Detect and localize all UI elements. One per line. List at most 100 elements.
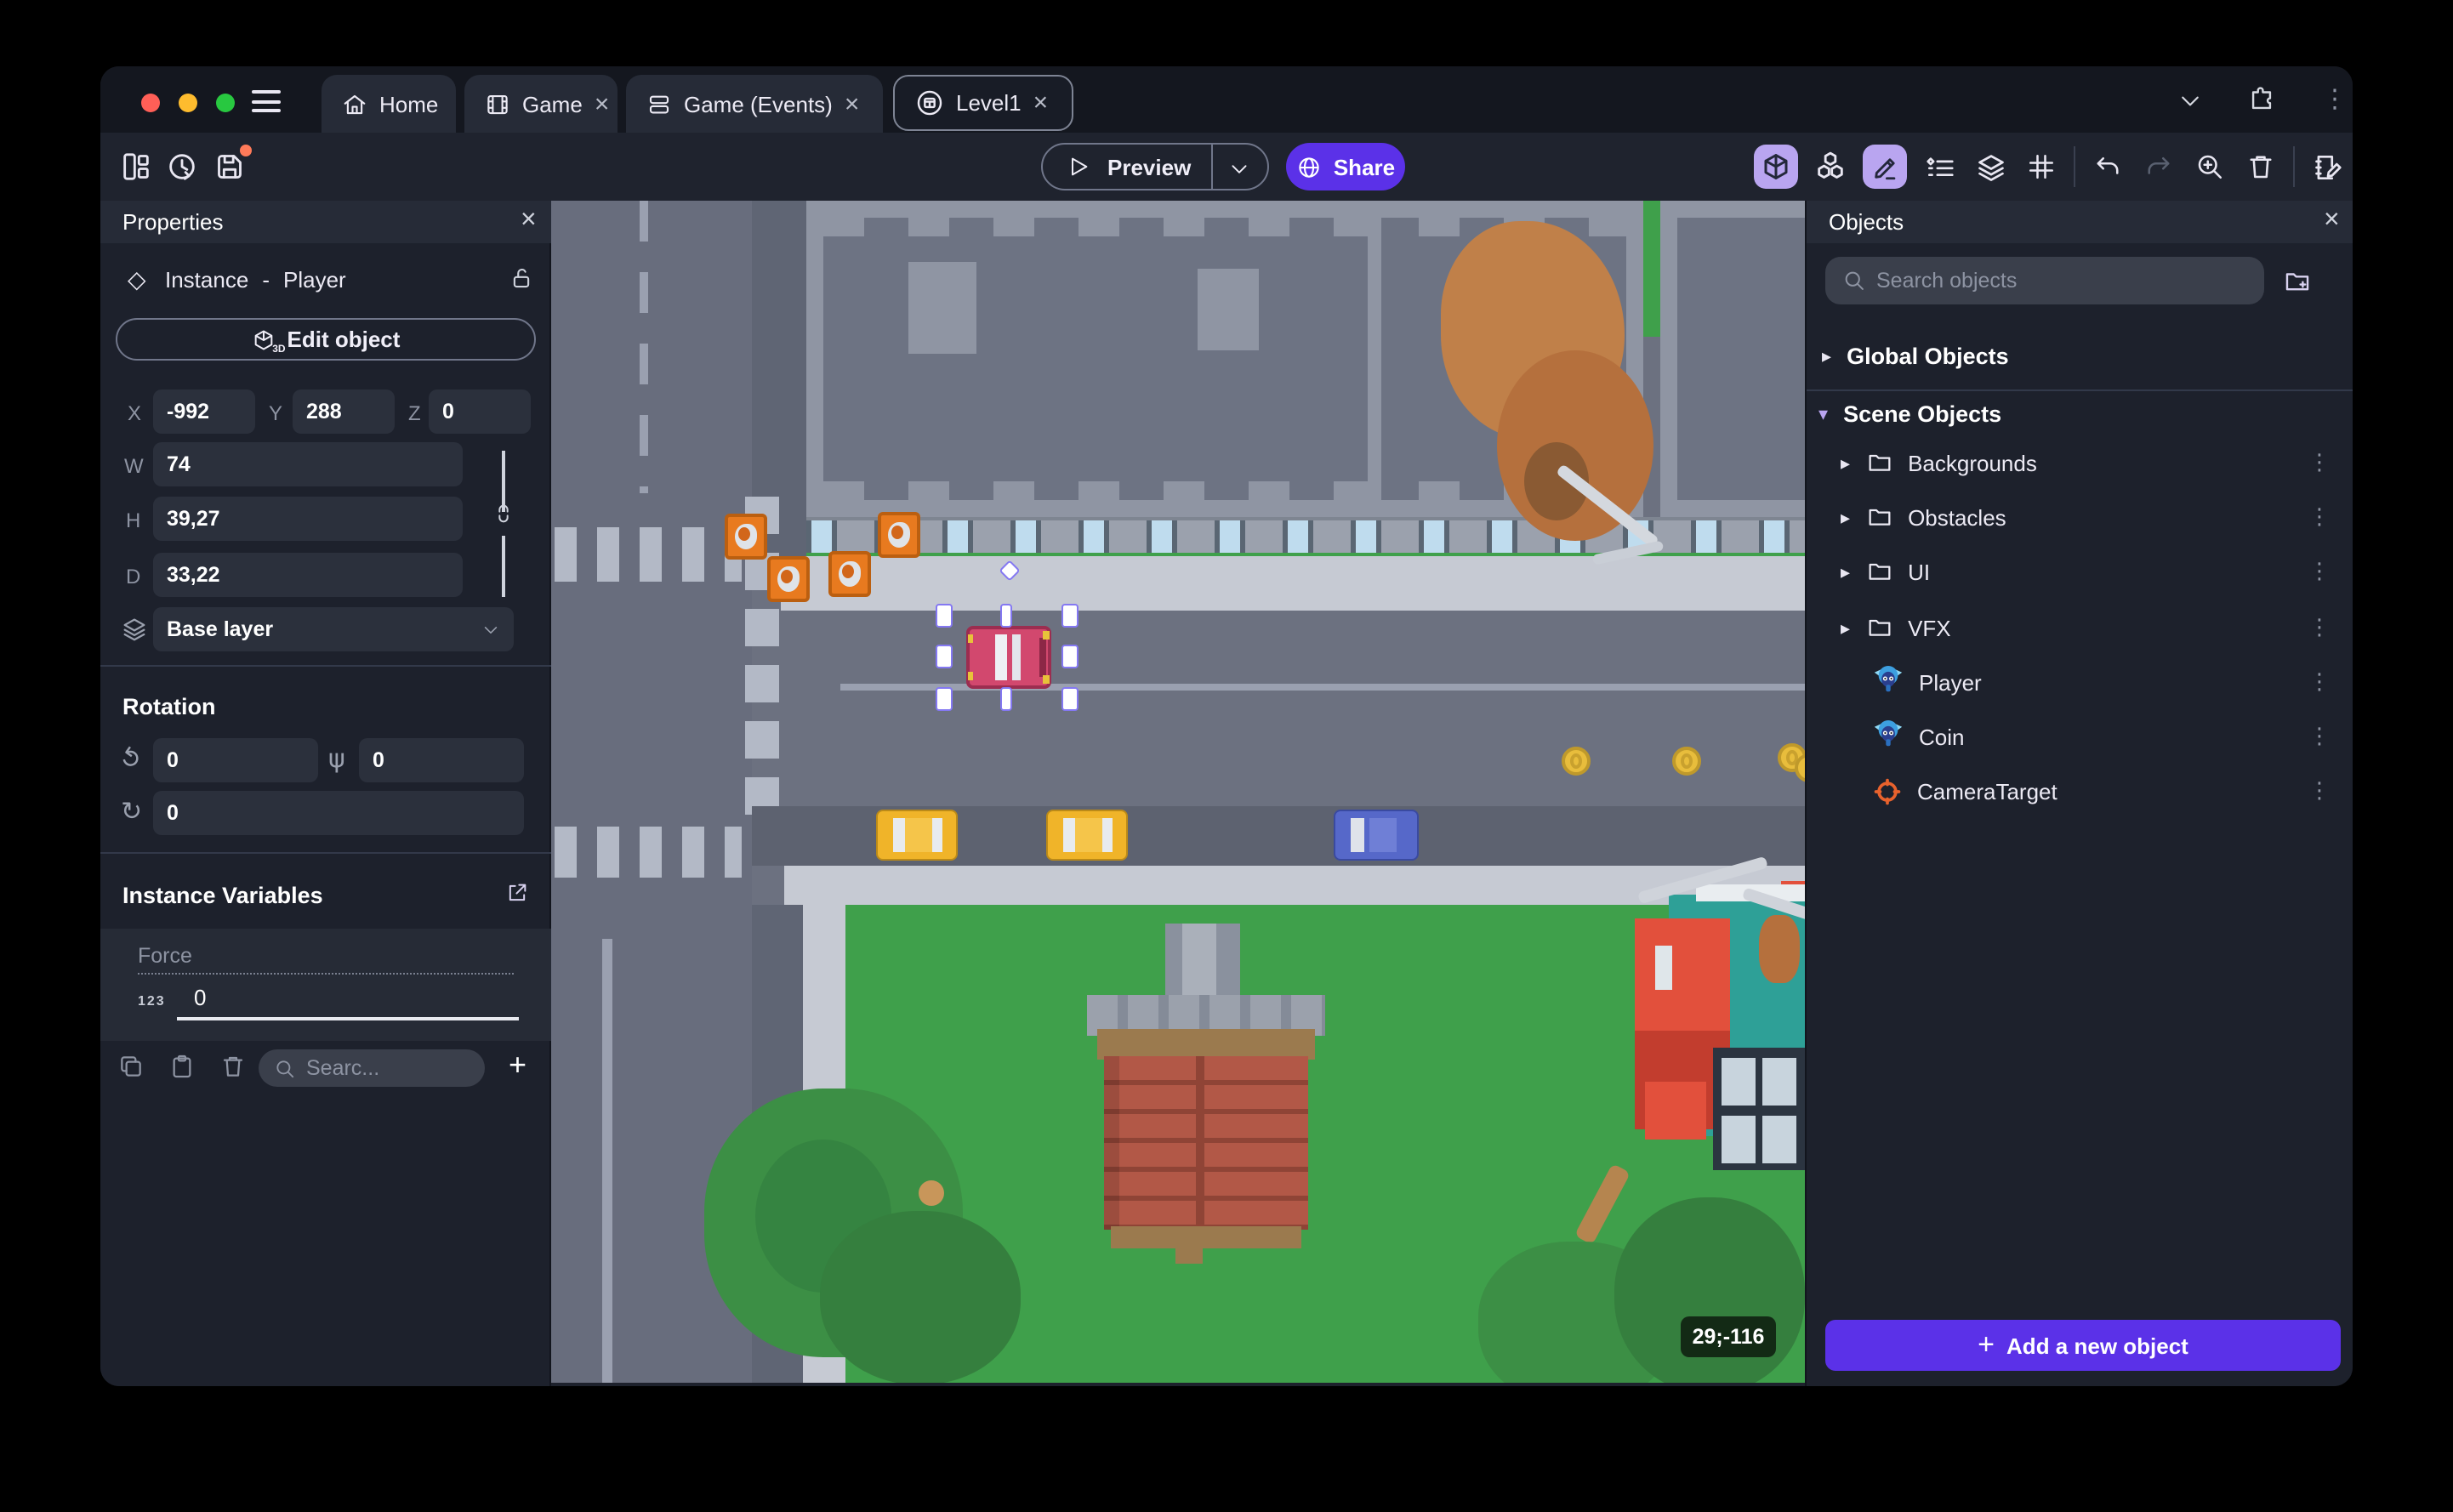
caret-right-icon[interactable]: ▸ (1841, 452, 1850, 474)
x-field[interactable] (153, 389, 255, 434)
properties-close-icon[interactable]: × (521, 207, 537, 235)
tab-home[interactable]: Home (322, 75, 456, 133)
coin[interactable] (1562, 747, 1591, 776)
menu-hamburger-icon[interactable] (252, 85, 281, 118)
variables-search-input[interactable] (306, 1056, 470, 1080)
selection-handle[interactable] (936, 604, 953, 628)
taxi-car[interactable] (1046, 810, 1128, 861)
y-field[interactable] (293, 389, 395, 434)
objects-search-input[interactable] (1876, 269, 2247, 293)
building-roof-b[interactable] (1660, 201, 1805, 517)
tree-green[interactable] (820, 1211, 1021, 1383)
selection-handle[interactable] (1061, 604, 1079, 628)
preview-button[interactable]: Preview (1041, 143, 1269, 190)
add-new-object-button[interactable]: + Add a new object (1825, 1320, 2341, 1371)
row-menu-dots-icon[interactable]: ⋮ (2308, 504, 2331, 530)
add-folder-icon[interactable] (2283, 267, 2312, 296)
redo-icon[interactable] (2140, 148, 2177, 185)
selection-handle[interactable] (1061, 687, 1079, 711)
group-scene-objects[interactable]: ▾ Scene Objects (1818, 393, 2001, 434)
caret-right-icon[interactable]: ▸ (1841, 617, 1850, 639)
rotation-x-field[interactable] (153, 738, 318, 782)
tree-row-coin[interactable]: Coin ⋮ (1807, 709, 2353, 764)
scene-canvas[interactable]: 29;-116 (551, 201, 1805, 1383)
tab-level1[interactable]: Level1 × (893, 75, 1073, 131)
coin[interactable] (1672, 747, 1701, 776)
objects-cubes-icon[interactable] (1812, 148, 1849, 185)
taxi-car[interactable] (876, 810, 958, 861)
selection-handle[interactable] (936, 645, 953, 668)
row-menu-dots-icon[interactable]: ⋮ (2308, 559, 2331, 584)
selection-handle[interactable] (936, 687, 953, 711)
zoom-in-icon[interactable] (2191, 148, 2228, 185)
panels-layout-icon[interactable] (119, 150, 153, 184)
d-field[interactable] (153, 553, 463, 597)
variables-search[interactable] (259, 1049, 485, 1087)
crate-obstacle[interactable] (828, 551, 871, 597)
row-menu-dots-icon[interactable]: ⋮ (2308, 615, 2331, 640)
variable-value[interactable]: 0 (194, 985, 206, 1010)
z-field[interactable] (429, 389, 531, 434)
tree-row-vfx[interactable]: ▸ VFX ⋮ (1807, 600, 2353, 655)
variable-name[interactable]: Force (138, 944, 192, 968)
row-menu-dots-icon[interactable]: ⋮ (2308, 724, 2331, 749)
trash-icon[interactable] (2242, 148, 2279, 185)
selection-handle[interactable] (1000, 604, 1012, 628)
edit-object-button[interactable]: 3D Edit object (116, 318, 536, 361)
tab-close-icon[interactable]: × (1033, 90, 1049, 116)
tab-game[interactable]: Game × (464, 75, 618, 133)
traffic-zoom-button[interactable] (216, 94, 235, 112)
crate-obstacle[interactable] (878, 512, 920, 558)
open-variables-external-icon[interactable] (505, 881, 529, 905)
crate-obstacle[interactable] (725, 514, 767, 560)
tab-close-icon[interactable]: × (595, 91, 610, 117)
edit-events-notebook-icon[interactable] (2308, 148, 2346, 185)
brick-tower[interactable] (1087, 924, 1325, 1264)
traffic-minimize-button[interactable] (179, 94, 197, 112)
selection-handle[interactable] (1000, 687, 1012, 711)
layer-select[interactable]: Base layer (153, 607, 514, 651)
grid-icon[interactable] (2023, 148, 2060, 185)
unlock-icon[interactable] (509, 265, 534, 291)
selection-handle[interactable] (1061, 645, 1079, 668)
copy-variable-icon[interactable] (117, 1053, 145, 1080)
caret-right-icon[interactable]: ▸ (1841, 560, 1850, 583)
instances-list-icon[interactable] (1921, 148, 1958, 185)
caret-right-icon[interactable]: ▸ (1841, 506, 1850, 528)
browser-menu-icon[interactable]: ⋮ (2322, 83, 2348, 114)
row-menu-dots-icon[interactable]: ⋮ (2308, 778, 2331, 804)
paste-variable-icon[interactable] (168, 1053, 196, 1080)
rotation-y-field[interactable] (359, 738, 524, 782)
add-variable-button[interactable]: + (509, 1048, 526, 1083)
share-button[interactable]: Share (1286, 143, 1405, 190)
h-field[interactable] (153, 497, 463, 541)
tree-row-backgrounds[interactable]: ▸ Backgrounds ⋮ (1807, 435, 2353, 490)
link-dimensions-icon[interactable] (492, 502, 515, 526)
tree-row-player[interactable]: Player ⋮ (1807, 655, 2353, 709)
extensions-puzzle-icon[interactable] (2247, 85, 2276, 114)
preview-dropdown-chevron-icon[interactable] (1228, 158, 1250, 180)
edit-pencil-icon[interactable] (1863, 145, 1907, 189)
traffic-close-button[interactable] (141, 94, 160, 112)
player-car-selected[interactable] (966, 626, 1051, 689)
layers-icon[interactable] (1972, 148, 2009, 185)
blue-car[interactable] (1334, 810, 1419, 861)
objects-close-icon[interactable]: × (2324, 207, 2340, 235)
row-menu-dots-icon[interactable]: ⋮ (2308, 450, 2331, 475)
rotation-z-field[interactable] (153, 791, 524, 835)
group-global-objects[interactable]: ▸ Global Objects (1822, 335, 2009, 376)
chevron-down-icon[interactable] (2177, 88, 2203, 114)
tab-close-icon[interactable]: × (845, 91, 860, 117)
tab-game-events[interactable]: Game (Events) × (626, 75, 883, 133)
delete-variable-icon[interactable] (219, 1053, 247, 1080)
history-icon[interactable] (165, 150, 199, 184)
row-menu-dots-icon[interactable]: ⋮ (2308, 669, 2331, 695)
crate-obstacle[interactable] (767, 556, 810, 602)
undo-icon[interactable] (2089, 148, 2126, 185)
objects-search[interactable] (1825, 257, 2264, 304)
w-field[interactable] (153, 442, 463, 486)
tree-row-cameratarget[interactable]: CameraTarget ⋮ (1807, 764, 2353, 818)
tree-row-ui[interactable]: ▸ UI ⋮ (1807, 544, 2353, 599)
tree-row-obstacles[interactable]: ▸ Obstacles ⋮ (1807, 490, 2353, 544)
3d-view-icon[interactable] (1754, 145, 1798, 189)
